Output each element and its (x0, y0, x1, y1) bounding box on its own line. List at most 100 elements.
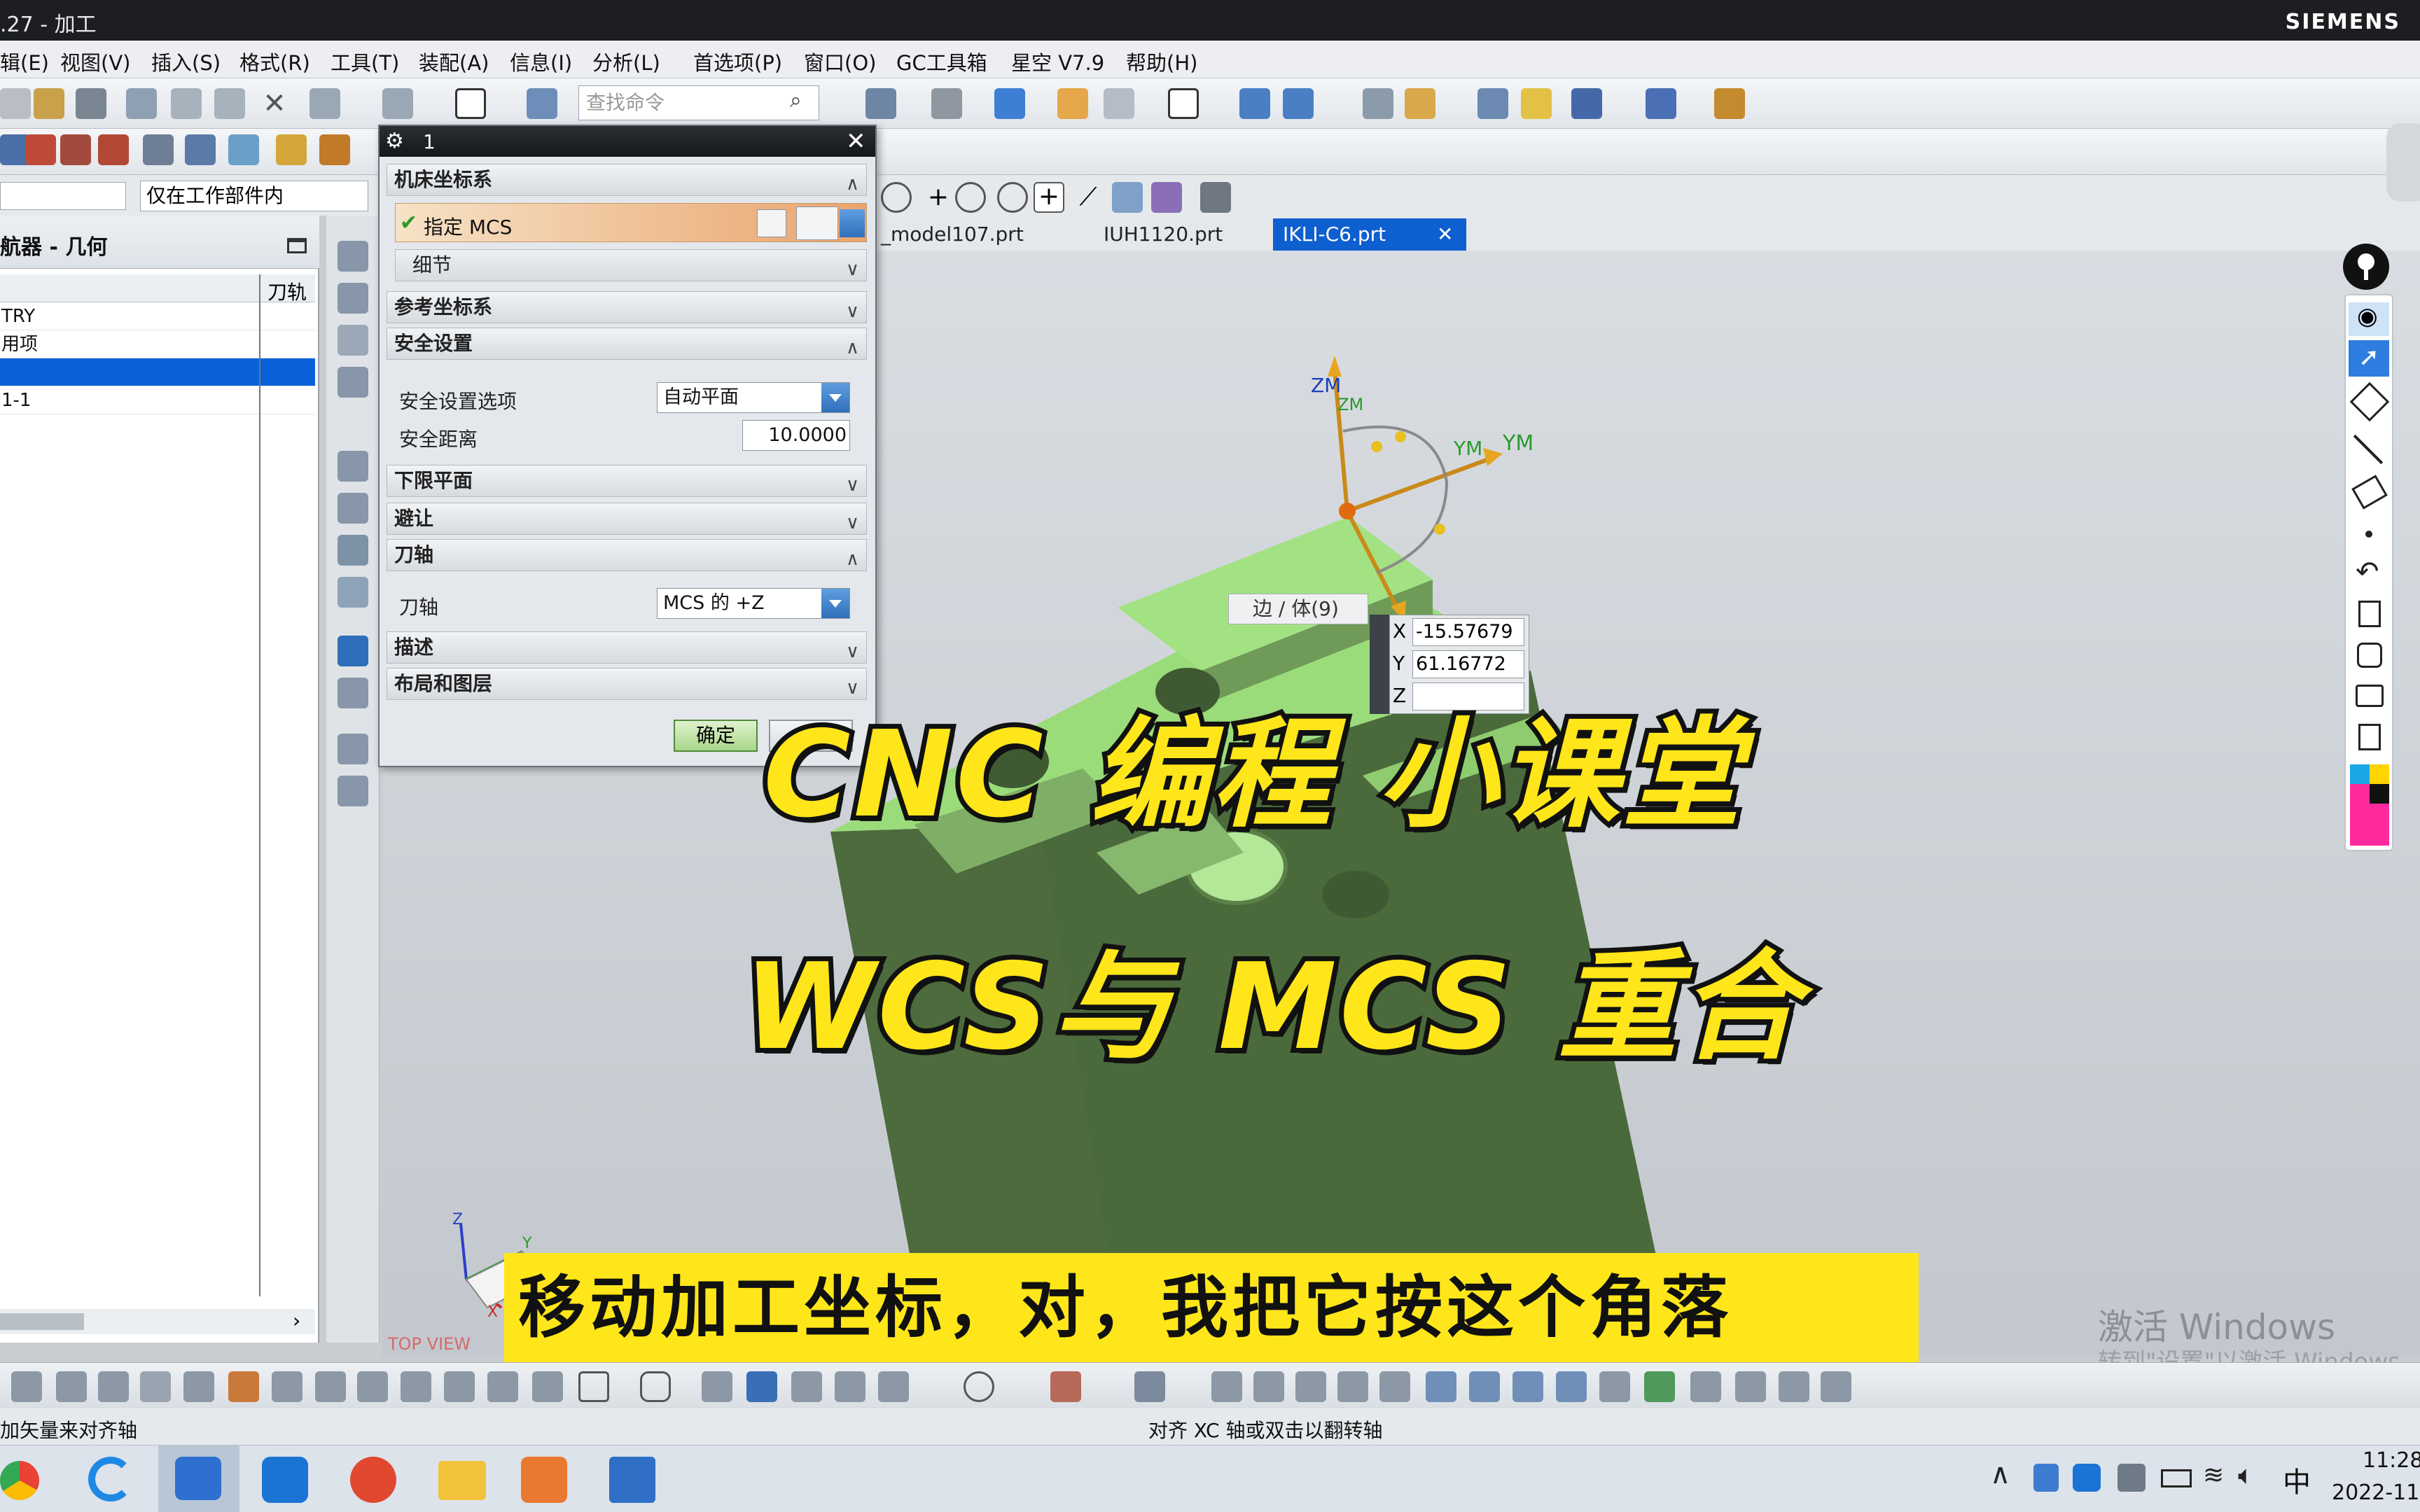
menu-edit[interactable]: 辑(E) (0, 47, 49, 76)
tool-icon[interactable] (183, 1371, 214, 1402)
menu-gc-toolbox[interactable]: GC工具箱 (896, 47, 987, 76)
horizontal-scrollbar[interactable]: › (0, 1309, 315, 1334)
tool-icon[interactable] (1690, 1371, 1721, 1402)
ie-icon[interactable] (88, 1457, 133, 1502)
tool-icon[interactable] (315, 1371, 346, 1402)
menu-tools[interactable]: 工具(T) (331, 47, 399, 76)
reuse-library-icon[interactable] (338, 367, 368, 398)
tool-icon[interactable] (1253, 1371, 1284, 1402)
cube-icon[interactable] (994, 88, 1025, 119)
scroll-right-icon[interactable]: › (293, 1309, 300, 1332)
menu-info[interactable]: 信息(I) (510, 47, 572, 76)
circle-icon[interactable] (964, 1371, 994, 1402)
wcs-icon[interactable] (1239, 88, 1270, 119)
type-filter-select[interactable] (0, 182, 126, 210)
view-frame-icon[interactable] (1168, 88, 1199, 119)
ok-button[interactable]: 确定 (674, 720, 758, 752)
play-icon[interactable] (1571, 88, 1602, 119)
side-widget[interactable] (2386, 123, 2420, 202)
snap-face-icon[interactable] (1151, 182, 1182, 213)
layer-icon[interactable] (1057, 88, 1088, 119)
menu-help[interactable]: 帮助(H) (1126, 47, 1197, 76)
safe-distance-input[interactable]: 10.0000 (742, 420, 850, 451)
analysis-icon[interactable] (1477, 88, 1508, 119)
chevron-up-icon[interactable]: ∧ (846, 169, 859, 200)
fit-icon[interactable] (865, 88, 896, 119)
tool-icon[interactable] (1821, 1371, 1851, 1402)
search-icon[interactable]: ⌕ (790, 88, 802, 113)
create-geometry-icon[interactable] (60, 134, 91, 165)
chevron-up-icon[interactable]: ∧ (846, 544, 859, 575)
office-icon[interactable] (521, 1457, 567, 1503)
tool-icon[interactable] (878, 1371, 909, 1402)
tool-icon[interactable] (140, 1371, 171, 1402)
csys-type-icon[interactable] (796, 206, 838, 240)
new-icon[interactable] (0, 88, 31, 119)
command-search-input[interactable]: 查找命令 (578, 85, 819, 120)
specify-mcs-row[interactable]: ✔ 指定 MCS (395, 203, 867, 242)
tool-icon[interactable] (1735, 1371, 1766, 1402)
create-tool-icon[interactable] (25, 134, 56, 165)
verify-icon[interactable] (228, 134, 259, 165)
wifi-icon[interactable]: ≋ (2203, 1461, 2224, 1490)
clearance-option-select[interactable]: 自动平面 (657, 382, 850, 413)
render-icon[interactable] (931, 88, 962, 119)
line-icon[interactable] (2353, 434, 2384, 465)
tray-expand-icon[interactable]: ∧ (1990, 1458, 2010, 1490)
chevron-up-icon[interactable]: ∧ (846, 332, 859, 363)
tray-app-icon[interactable] (2118, 1464, 2146, 1492)
grid-icon[interactable] (1646, 88, 1676, 119)
tool-icon[interactable] (1599, 1371, 1630, 1402)
menu-xingkong[interactable]: 星空 V7.9 (1011, 47, 1104, 76)
assembly-nav-icon[interactable] (338, 241, 368, 272)
tool-icon[interactable] (1644, 1371, 1675, 1402)
tool-icon[interactable] (1211, 1371, 1242, 1402)
details-row[interactable]: 细节 ∨ (395, 249, 867, 281)
eye-icon[interactable]: ◉ (2349, 302, 2389, 336)
menu-assembly[interactable]: 装配(A) (419, 47, 489, 76)
chrome-icon[interactable] (0, 1461, 39, 1500)
open-icon[interactable] (34, 88, 64, 119)
tool-icon[interactable] (1512, 1371, 1543, 1402)
menu-window[interactable]: 窗口(O) (804, 47, 876, 76)
tab-iuh1120[interactable]: IUH1120.prt (1094, 218, 1232, 251)
machine-nav-icon[interactable] (338, 493, 368, 524)
tool-icon[interactable] (1295, 1371, 1326, 1402)
chevron-down-icon[interactable] (821, 383, 849, 412)
menu-preferences[interactable]: 首选项(P) (693, 47, 782, 76)
color-cyan[interactable] (2350, 764, 2370, 784)
csys-dialog-icon[interactable] (757, 209, 786, 237)
tool-icon[interactable] (56, 1371, 87, 1402)
history-icon[interactable] (338, 325, 368, 356)
close-icon[interactable]: ✕ (846, 127, 866, 155)
dialog-titlebar[interactable]: ⚙ 1 ✕ (380, 126, 875, 157)
list-item-selected[interactable] (0, 358, 315, 386)
tool-icon[interactable] (702, 1371, 732, 1402)
tool-icon[interactable] (835, 1371, 865, 1402)
snap-circle-icon[interactable] (997, 182, 1028, 213)
recorder-icon[interactable] (350, 1457, 396, 1503)
delete-icon[interactable]: ✕ (259, 88, 290, 119)
save-icon[interactable] (76, 88, 106, 119)
part-nav-icon[interactable] (338, 283, 368, 314)
ime-indicator[interactable]: 中 (2283, 1460, 2311, 1500)
roles-icon[interactable] (338, 535, 368, 566)
tool-icon[interactable] (1556, 1371, 1587, 1402)
snap-intersection-icon[interactable]: + (1034, 182, 1064, 213)
snap-grid-icon[interactable] (1200, 182, 1231, 213)
color-yellow[interactable] (2370, 764, 2389, 784)
list-item[interactable]: TRY (0, 302, 315, 330)
tool-icon[interactable] (1134, 1371, 1165, 1402)
snap-point-icon[interactable]: + (923, 182, 954, 213)
ops-nav-icon[interactable] (338, 451, 368, 482)
pointer-icon[interactable]: ➚ (2349, 340, 2389, 377)
tool-icon[interactable] (487, 1371, 518, 1402)
section-tool-axis[interactable]: 刀轴 ∧ (387, 539, 867, 571)
cam-icon[interactable] (338, 636, 368, 666)
camera-icon[interactable] (2356, 685, 2384, 707)
scope-filter-select[interactable]: 仅在工作部件内 (140, 181, 368, 211)
close-tab-icon[interactable]: ✕ (1437, 223, 1453, 246)
whiteboard-icon[interactable] (2357, 643, 2382, 668)
eraser-icon[interactable] (2351, 475, 2388, 510)
undo-icon[interactable] (310, 88, 340, 119)
